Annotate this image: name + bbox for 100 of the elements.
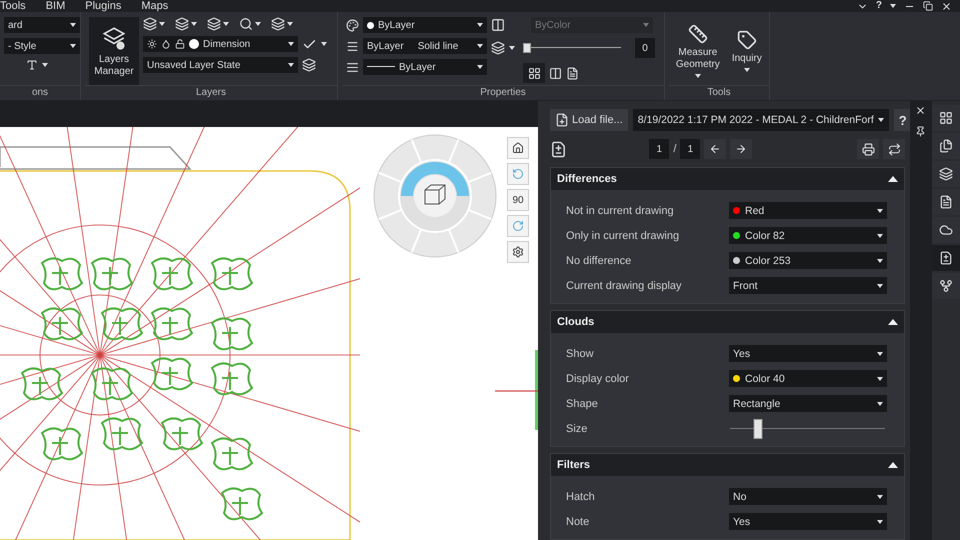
caret-icon[interactable] — [255, 22, 261, 26]
settings-icon[interactable] — [512, 246, 524, 258]
match-properties-button[interactable] — [523, 63, 545, 83]
caret-icon[interactable] — [477, 65, 483, 69]
caret-icon[interactable] — [877, 494, 883, 498]
fork-icon[interactable] — [939, 279, 953, 293]
property-dropdown[interactable]: Color 82 — [729, 227, 887, 244]
layers-manager-button[interactable]: Layers Manager — [89, 17, 139, 85]
property-dropdown[interactable]: Front — [729, 277, 887, 294]
caret-icon[interactable] — [321, 42, 327, 46]
caret-icon[interactable] — [877, 234, 883, 238]
swap-button[interactable] — [883, 139, 905, 159]
next-button[interactable] — [730, 139, 752, 159]
caret-icon[interactable] — [288, 42, 294, 46]
caret-icon[interactable] — [694, 74, 701, 78]
color-icon[interactable] — [346, 18, 359, 32]
settings-button[interactable] — [507, 241, 529, 263]
caret-icon[interactable] — [42, 63, 48, 67]
columns-icon[interactable] — [549, 66, 562, 80]
menu-item[interactable]: Tools — [0, 0, 26, 12]
caret-icon[interactable] — [288, 63, 294, 67]
arrow-right-icon[interactable] — [735, 143, 748, 155]
load-file-button[interactable]: Load file... — [550, 109, 628, 131]
print-button[interactable] — [857, 139, 879, 159]
file-diff-icon[interactable] — [939, 251, 953, 265]
tool-button[interactable]: Inquiry — [728, 17, 765, 85]
grid-icon[interactable] — [528, 66, 540, 80]
property-dropdown[interactable]: Rectangle — [729, 395, 887, 412]
caret-icon[interactable] — [477, 44, 483, 48]
caret-icon[interactable] — [877, 284, 883, 288]
caret-icon[interactable] — [890, 4, 896, 8]
slider-thumb[interactable] — [753, 418, 762, 438]
property-dropdown[interactable]: Color 253 — [729, 252, 887, 269]
tag-icon[interactable] — [736, 30, 757, 50]
color-dropdown[interactable]: ByLayer — [363, 17, 487, 33]
cloud-icon[interactable] — [939, 223, 953, 237]
layer-state-icon[interactable] — [302, 58, 316, 72]
home-icon[interactable] — [512, 142, 524, 154]
property-dropdown[interactable]: Red — [729, 202, 887, 219]
property-dropdown[interactable]: Color 40 — [729, 370, 887, 387]
caret-icon[interactable] — [287, 22, 293, 26]
help-button[interactable]: ? — [894, 109, 912, 131]
caret-icon[interactable] — [70, 44, 76, 48]
caret-icon[interactable] — [877, 208, 883, 212]
collapse-icon[interactable] — [888, 176, 898, 182]
property-dropdown[interactable]: Yes — [729, 513, 887, 530]
caret-icon[interactable] — [477, 23, 483, 27]
menu-item[interactable]: Plugins — [85, 0, 122, 12]
linetype-icon[interactable] — [346, 40, 359, 52]
plot-style-icon[interactable] — [491, 18, 505, 32]
side-tool-button[interactable] — [932, 161, 960, 187]
menu-item[interactable]: BIM — [46, 0, 66, 12]
linetype-dropdown[interactable]: ByLayer Solid line — [363, 38, 487, 54]
close-icon[interactable] — [941, 0, 952, 12]
grid-icon[interactable] — [939, 111, 953, 125]
caret-icon[interactable] — [159, 22, 165, 26]
rotation-angle[interactable]: 90 — [507, 189, 529, 211]
side-tool-button[interactable] — [932, 217, 960, 243]
home-button[interactable] — [507, 137, 529, 159]
section-header[interactable]: Filters — [551, 454, 904, 476]
file-icon[interactable] — [555, 113, 569, 127]
style-dropdown[interactable]: ard — [4, 17, 80, 33]
lineweight-dropdown[interactable]: ByLayer — [363, 59, 487, 75]
caret-icon[interactable] — [878, 118, 884, 122]
side-tool-button[interactable] — [932, 245, 960, 271]
tool-button[interactable]: Measure Geometry — [673, 17, 723, 85]
caret-icon[interactable] — [877, 352, 883, 356]
section-header[interactable]: Clouds — [551, 311, 904, 333]
side-tool-button[interactable] — [932, 189, 960, 215]
caret-icon[interactable] — [70, 23, 76, 27]
help-button[interactable]: ? — [876, 0, 882, 12]
side-tool-button[interactable] — [932, 133, 960, 159]
arrow-left-icon[interactable] — [709, 143, 722, 155]
close-icon[interactable] — [914, 105, 926, 116]
caret-icon[interactable] — [744, 68, 750, 72]
property-dropdown[interactable]: No — [729, 488, 887, 505]
section-header[interactable]: Differences — [551, 168, 904, 190]
style-dropdown[interactable]: - Style — [4, 38, 80, 54]
collapse-icon[interactable] — [888, 462, 898, 468]
compare-file-icon[interactable] — [550, 140, 567, 158]
caret-icon[interactable] — [877, 258, 883, 262]
file-dropdown[interactable]: 8/19/2022 1:17 PM 2022 - MEDAL 2 - ChildrenForf — [632, 109, 889, 131]
page-number-field[interactable]: 1 — [649, 139, 670, 159]
pin-icon[interactable] — [914, 126, 926, 137]
ruler-icon[interactable] — [688, 24, 708, 44]
document-icon[interactable] — [939, 195, 953, 209]
transparency-value[interactable]: 0 — [635, 38, 655, 58]
layers-icon[interactable] — [939, 167, 953, 181]
caret-icon[interactable] — [877, 520, 883, 524]
side-tool-button[interactable] — [932, 105, 960, 131]
side-tool-button[interactable] — [932, 273, 960, 299]
lineweight-icon[interactable] — [346, 60, 359, 74]
transparency-thumb[interactable] — [523, 43, 531, 53]
restore-icon[interactable] — [923, 1, 933, 11]
layer-dropdown[interactable]: Dimension — [143, 36, 298, 52]
caret-icon[interactable] — [877, 402, 883, 406]
caret-icon[interactable] — [877, 376, 883, 380]
caret-icon[interactable] — [191, 22, 197, 26]
menu-item[interactable]: Maps — [141, 0, 168, 12]
files-icon[interactable] — [939, 139, 953, 153]
